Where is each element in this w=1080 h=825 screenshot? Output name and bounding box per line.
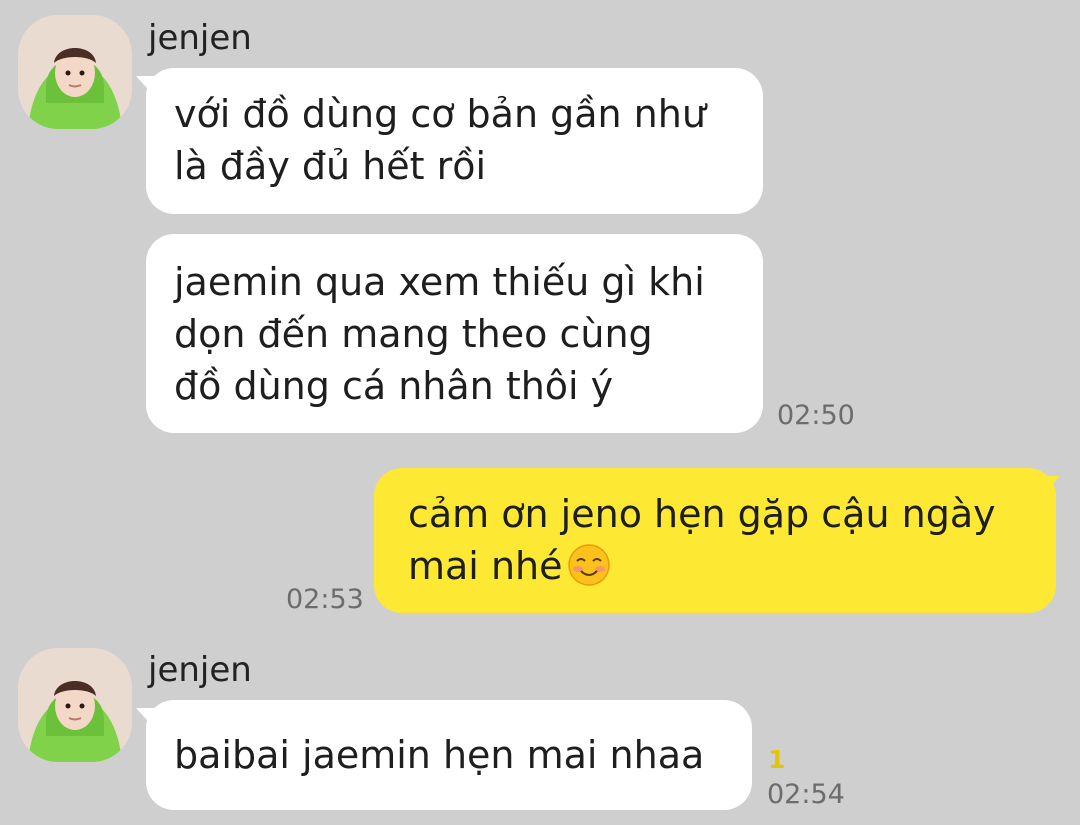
message-text-line: đồ dùng cá nhân thôi ý xyxy=(174,364,614,408)
message-timestamp: 02:54 xyxy=(767,779,845,810)
sender-avatar[interactable] xyxy=(18,648,132,762)
message-text-line: cảm ơn jeno hẹn gặp cậu ngày xyxy=(408,492,996,536)
profile-photo-icon xyxy=(18,648,132,762)
sender-name: jenjen xyxy=(148,18,252,58)
message-text-line: baibai jaemin hẹn mai nhaa xyxy=(174,733,705,777)
sender-name: jenjen xyxy=(148,650,252,690)
message-timestamp: 02:53 xyxy=(286,584,364,615)
incoming-message-bubble[interactable]: với đồ dùng cơ bản gần như là đầy đủ hết… xyxy=(146,68,763,214)
message-text-line: là đầy đủ hết rồi xyxy=(174,144,487,188)
incoming-message-bubble[interactable]: baibai jaemin hẹn mai nhaa xyxy=(146,700,752,810)
profile-photo-icon xyxy=(18,15,132,129)
incoming-message-bubble[interactable]: jaemin qua xem thiếu gì khi dọn đến mang… xyxy=(146,234,763,433)
smiling-blushing-face-emoji-icon xyxy=(567,544,610,586)
unread-count: 1 xyxy=(768,745,786,774)
message-text-line: với đồ dùng cơ bản gần như xyxy=(174,92,706,136)
outgoing-message-bubble[interactable]: cảm ơn jeno hẹn gặp cậu ngày mai nhé xyxy=(374,468,1056,613)
message-text-line: jaemin qua xem thiếu gì khi xyxy=(174,260,705,304)
chat-thread[interactable]: jenjen với đồ dùng cơ bản gần như là đầy… xyxy=(0,0,1080,825)
message-timestamp: 02:50 xyxy=(777,400,855,431)
message-text-line-with-emoji: mai nhé xyxy=(408,540,1028,592)
message-text: mai nhé xyxy=(408,544,563,588)
message-text-line: dọn đến mang theo cùng xyxy=(174,312,653,356)
sender-avatar[interactable] xyxy=(18,15,132,129)
